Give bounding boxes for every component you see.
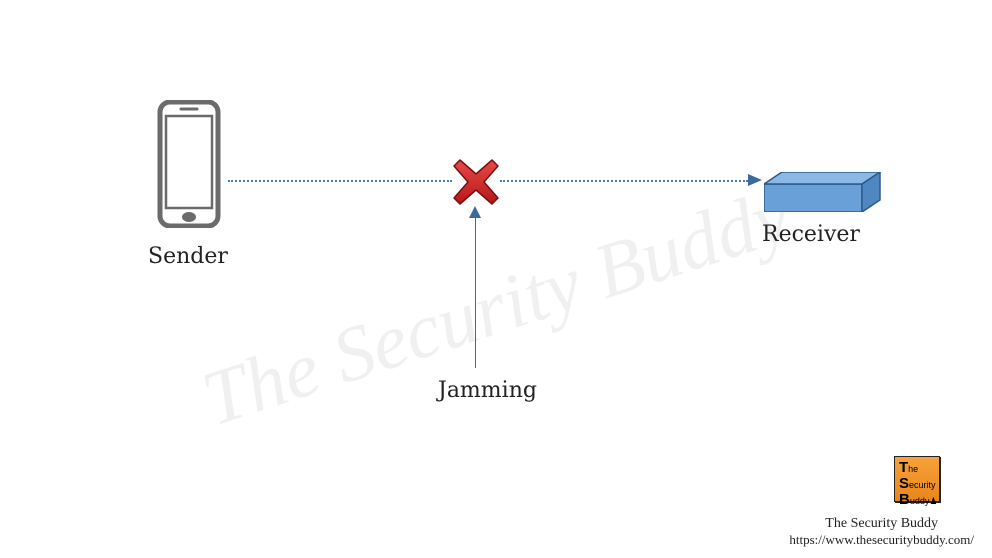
logo-t-rest: he [908, 464, 918, 474]
logo-s-rest: ecurity [909, 480, 936, 490]
footer-name: The Security Buddy [789, 516, 974, 532]
logo-person-icon: ♟ [929, 496, 937, 506]
receiver-block-icon [764, 172, 882, 212]
signal-line-right [500, 180, 748, 182]
signal-line-left [228, 180, 452, 182]
logo-s: S [899, 475, 909, 492]
jamming-arrow-line [475, 210, 476, 368]
footer-attribution: The Security Buddy https://www.thesecuri… [789, 516, 974, 548]
tsb-logo-icon: The Security Buddy♟ [894, 456, 940, 502]
logo-t: T [899, 459, 908, 476]
arrow-right-icon [748, 174, 762, 186]
receiver-label: Receiver [762, 222, 860, 247]
logo-b-rest: uddy [910, 496, 930, 506]
logo-b: B [899, 491, 910, 508]
smartphone-icon [156, 100, 222, 228]
jamming-label: Jamming [438, 378, 537, 403]
sender-label: Sender [148, 244, 228, 269]
footer-url: https://www.thesecuritybuddy.com/ [789, 532, 974, 548]
arrow-up-icon [469, 206, 481, 218]
red-cross-icon [452, 158, 500, 206]
